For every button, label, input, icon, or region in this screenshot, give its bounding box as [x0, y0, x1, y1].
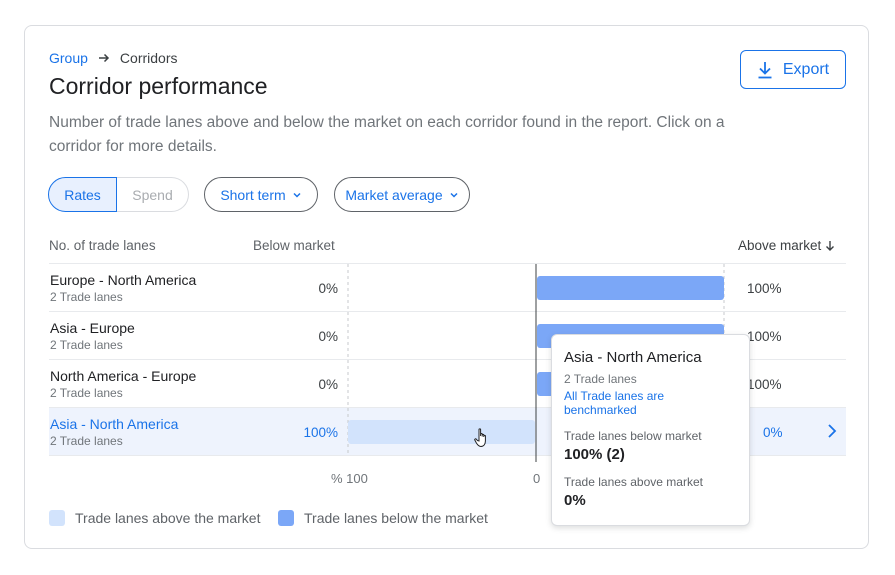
legend-label-above: Trade lanes above the market	[75, 510, 261, 526]
market-average-dropdown[interactable]: Market average	[334, 177, 470, 212]
export-button[interactable]: Export	[740, 50, 846, 89]
below-market-value: 0%	[318, 377, 338, 392]
above-market-value: 100%	[747, 377, 782, 392]
page-description: Number of trade lanes above and below th…	[49, 114, 725, 155]
above-market-value: 100%	[747, 329, 782, 344]
rates-spend-toggle: Rates Spend	[48, 177, 189, 212]
corridor-name: Europe - North America	[50, 272, 197, 288]
corridor-name: Asia - North America	[50, 416, 179, 432]
market-average-dropdown-label: Market average	[345, 186, 443, 203]
legend-item-below: Trade lanes below the market	[278, 510, 488, 526]
below-market-value: 0%	[318, 281, 338, 296]
legend-label-below: Trade lanes below the market	[304, 510, 488, 526]
chevron-down-icon	[450, 192, 458, 198]
column-header-lanes: No. of trade lanes	[49, 238, 156, 253]
column-header-below-market: Below market	[253, 238, 335, 253]
axis-tick-label: % 100	[331, 471, 368, 486]
bar-above-market[interactable]	[348, 420, 535, 444]
corridor-tooltip: Asia - North America 2 Trade lanes All T…	[551, 334, 750, 526]
column-header-above-market-label: Above market	[738, 238, 822, 253]
spend-toggle-button[interactable]: Spend	[117, 177, 189, 212]
hand-cursor-icon	[474, 428, 486, 448]
corridor-lane-count: 2 Trade lanes	[50, 386, 123, 400]
term-dropdown[interactable]: Short term	[204, 177, 318, 212]
tooltip-benchmark-link[interactable]: All Trade lanes are benchmarked	[564, 389, 737, 417]
export-label: Export	[782, 60, 830, 78]
tooltip-below-label: Trade lanes below market	[564, 429, 702, 443]
above-market-value: 0%	[763, 425, 783, 440]
breadcrumb-current: Corridors	[119, 50, 178, 66]
above-market-value: 100%	[747, 281, 782, 296]
table-row[interactable]: Europe - North America 2 Trade lanes 0% …	[49, 264, 846, 311]
term-dropdown-label: Short term	[220, 186, 286, 203]
tooltip-title: Asia - North America	[564, 349, 702, 366]
arrow-right-icon	[98, 53, 109, 63]
corridor-lane-count: 2 Trade lanes	[50, 434, 123, 448]
breadcrumb-group-link[interactable]: Group	[49, 50, 88, 66]
tooltip-above-label: Trade lanes above market	[564, 475, 703, 489]
tooltip-above-value: 0%	[564, 492, 586, 509]
corridor-lane-count: 2 Trade lanes	[50, 338, 123, 352]
tooltip-lane-count: 2 Trade lanes	[564, 372, 637, 386]
rates-toggle-button[interactable]: Rates	[48, 177, 117, 212]
legend-swatch-below	[278, 510, 294, 526]
column-header-above-market[interactable]: Above market	[738, 238, 835, 253]
legend-item-above: Trade lanes above the market	[49, 510, 260, 526]
page-title: Corridor performance	[49, 73, 268, 99]
corridor-name: North America - Europe	[50, 368, 197, 384]
corridor-name: Asia - Europe	[50, 320, 135, 336]
breadcrumb: Group Corridors	[49, 50, 178, 66]
chevron-right-icon[interactable]	[825, 423, 839, 439]
tooltip-below-value: 100% (2)	[564, 446, 625, 463]
arrow-down-icon	[826, 240, 835, 251]
bar-below-market[interactable]	[537, 276, 724, 300]
corridor-lane-count: 2 Trade lanes	[50, 290, 123, 304]
chevron-down-icon	[293, 192, 301, 198]
legend-swatch-above	[49, 510, 65, 526]
download-icon	[758, 61, 772, 78]
below-market-value: 100%	[303, 425, 338, 440]
below-market-value: 0%	[318, 329, 338, 344]
axis-tick-label: 0	[533, 471, 541, 486]
